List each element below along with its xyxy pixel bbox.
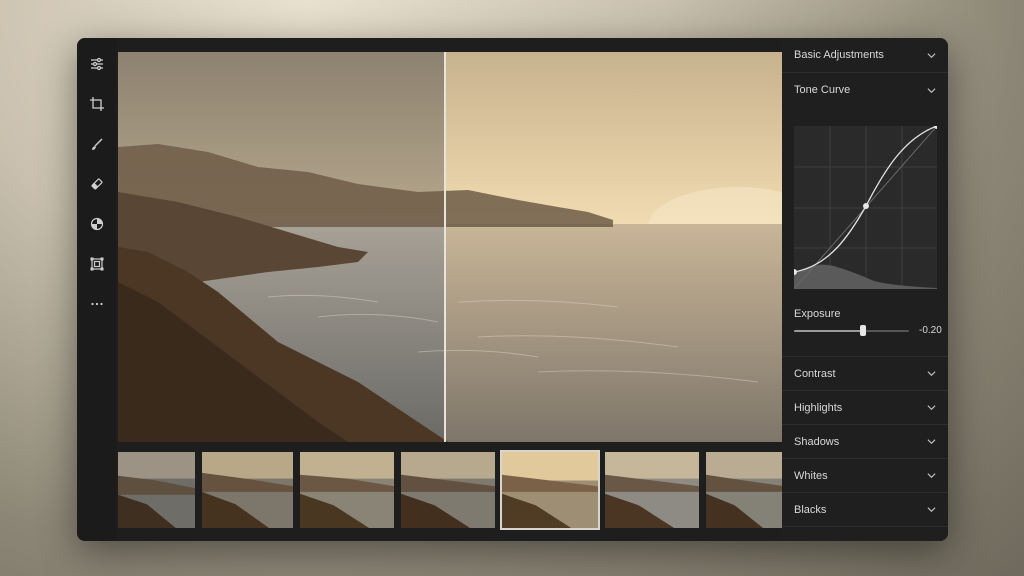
chevron-down-icon <box>927 405 936 411</box>
filmstrip-thumbnail[interactable] <box>116 450 197 530</box>
whites-section[interactable]: Whites <box>782 459 948 493</box>
highlights-section[interactable]: Highlights <box>782 391 948 425</box>
chevron-down-icon <box>927 439 936 445</box>
exposure-slider[interactable] <box>794 325 909 336</box>
filmstrip-thumbnail[interactable] <box>399 450 497 530</box>
more-icon[interactable] <box>77 284 116 324</box>
tone-curve-section[interactable]: Tone Curve <box>782 73 948 107</box>
chevron-down-icon <box>927 371 936 377</box>
chevron-down-icon <box>927 52 936 58</box>
shadows-section[interactable]: Shadows <box>782 425 948 459</box>
section-title: Shadows <box>794 435 840 448</box>
filmstrip-thumbnail[interactable] <box>704 450 782 530</box>
contrast-section[interactable]: Contrast <box>782 356 948 391</box>
chevron-down-icon <box>927 473 936 479</box>
color-wheel-icon[interactable] <box>77 204 116 244</box>
chevron-down-icon <box>927 87 936 93</box>
section-title: Basic Adjustments <box>794 49 884 61</box>
section-title: Whites <box>794 469 828 482</box>
chevron-down-icon <box>927 507 936 513</box>
filmstrip-thumbnail[interactable] <box>200 450 295 530</box>
photo-canvas[interactable] <box>118 52 782 442</box>
exposure-slider-thumb[interactable] <box>860 325 866 336</box>
landscape-photo <box>118 52 782 442</box>
curve-point[interactable] <box>863 203 869 209</box>
basic-adjustments-section[interactable]: Basic Adjustments <box>782 38 948 73</box>
section-title: Tone Curve <box>794 84 851 96</box>
exposure-slider-fill <box>794 330 863 332</box>
photo-editor-window: Basic Adjustments Tone Curve Exposure -0… <box>77 38 948 541</box>
section-title: Blacks <box>794 503 827 516</box>
adjustments-panel: Basic Adjustments Tone Curve Exposure -0… <box>782 38 948 541</box>
adjustment-sections: Contrast Highlights Shadows Whites Black… <box>782 356 948 527</box>
filmstrip-thumbnail-selected[interactable] <box>500 450 600 530</box>
brush-icon[interactable] <box>77 124 116 164</box>
filmstrip-thumbnail[interactable] <box>298 450 396 530</box>
eraser-icon[interactable] <box>77 164 116 204</box>
section-title: Highlights <box>794 401 843 414</box>
exposure-label: Exposure <box>794 308 841 320</box>
exposure-value: -0.20 <box>919 325 942 336</box>
filmstrip <box>116 450 782 534</box>
crop-icon[interactable] <box>77 84 116 124</box>
before-after-divider[interactable] <box>444 52 446 442</box>
transform-icon[interactable] <box>77 244 116 284</box>
adjust-sliders-icon[interactable] <box>77 44 116 84</box>
tone-curve-graph[interactable] <box>794 126 937 289</box>
blacks-section[interactable]: Blacks <box>782 493 948 527</box>
filmstrip-thumbnail[interactable] <box>603 450 701 530</box>
section-title: Contrast <box>794 367 836 380</box>
tool-sidebar <box>77 38 116 541</box>
